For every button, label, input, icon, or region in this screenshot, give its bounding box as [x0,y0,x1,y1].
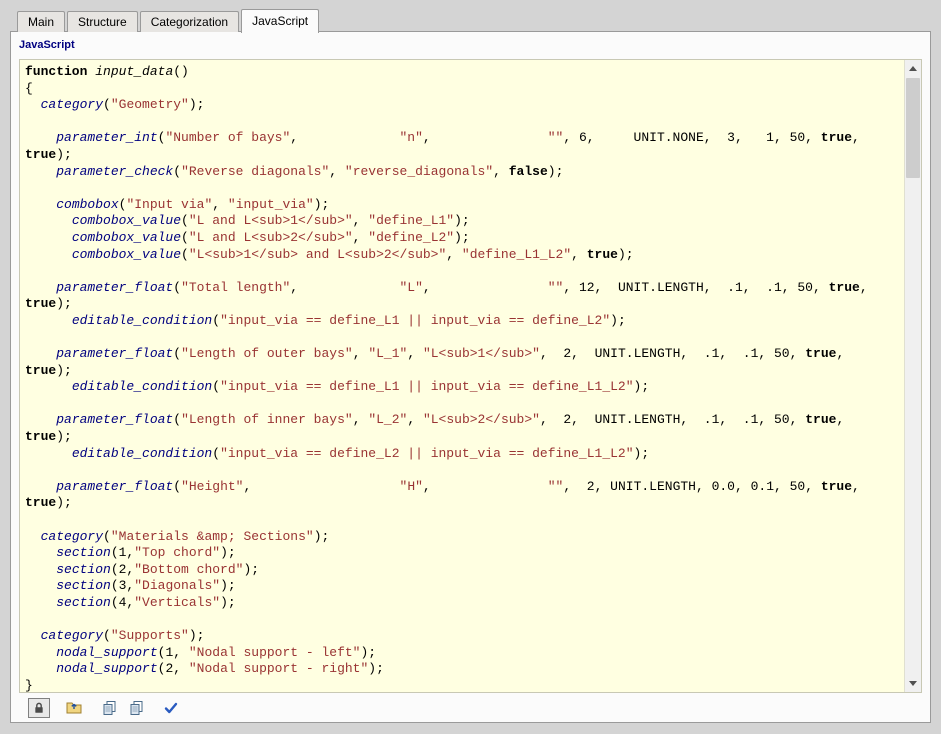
tab-main[interactable]: Main [17,11,65,32]
code-line: true); [25,147,904,164]
code-line: combobox("Input via", "input_via"); [25,197,904,214]
import-file-icon [66,700,82,715]
arrow-up-icon [909,66,917,71]
code-line: section(4,"Verticals"); [25,595,904,612]
code-line: editable_condition("input_via == define_… [25,446,904,463]
code-line: function input_data() [25,64,904,81]
code-line: combobox_value("L<sub>1</sub> and L<sub>… [25,247,904,264]
code-line: combobox_value("L and L<sub>2</sub>", "d… [25,230,904,247]
lock-icon [32,701,46,715]
paste-icon [129,700,144,716]
tab-structure[interactable]: Structure [67,11,138,32]
code-editor[interactable]: function input_data(){ category("Geometr… [19,59,922,693]
code-line: true); [25,495,904,512]
code-line: parameter_float("Length of outer bays", … [25,346,904,363]
code-line [25,512,904,529]
paste-button[interactable] [125,698,147,718]
code-line [25,462,904,479]
code-line: editable_condition("input_via == define_… [25,313,904,330]
lock-button[interactable] [28,698,50,718]
validate-button[interactable] [160,698,182,718]
panel-title: JavaScript [19,39,75,51]
code-line [25,180,904,197]
code-line [25,330,904,347]
code-line: true); [25,363,904,380]
code-line: parameter_float("Length of inner bays", … [25,412,904,429]
code-line [25,114,904,131]
code-line: parameter_int("Number of bays", "n", "",… [25,130,904,147]
code-line: } [25,678,904,692]
vertical-scrollbar[interactable] [904,60,921,692]
code-line: nodal_support(1, "Nodal support - left")… [25,645,904,662]
copy-icon [102,700,117,716]
code-line: { [25,81,904,98]
code-line: section(1,"Top chord"); [25,545,904,562]
code-line: category("Materials &amp; Sections"); [25,529,904,546]
tab-categorization[interactable]: Categorization [140,11,239,32]
tab-bar: Main Structure Categorization JavaScript [17,9,321,32]
code-line: nodal_support(2, "Nodal support - right"… [25,661,904,678]
code-line: true); [25,296,904,313]
code-line: true); [25,429,904,446]
code-line: parameter_float("Total length", "L", "",… [25,280,904,297]
code-line [25,612,904,629]
code-line: editable_condition("input_via == define_… [25,379,904,396]
code-line [25,396,904,413]
editor-toolbar [12,694,929,721]
copy-button[interactable] [98,698,120,718]
code-line: parameter_check("Reverse diagonals", "re… [25,164,904,181]
code-line: combobox_value("L and L<sub>1</sub>", "d… [25,213,904,230]
scroll-up-button[interactable] [905,60,921,77]
code-line: category("Geometry"); [25,97,904,114]
code-line: category("Supports"); [25,628,904,645]
code-line [25,263,904,280]
arrow-down-icon [909,681,917,686]
code-line: section(3,"Diagonals"); [25,578,904,595]
code-line: parameter_float("Height", "H", "", 2, UN… [25,479,904,496]
code-line: section(2,"Bottom chord"); [25,562,904,579]
check-icon [163,701,179,715]
code-lines[interactable]: function input_data(){ category("Geometr… [20,60,904,692]
tab-javascript[interactable]: JavaScript [241,9,319,33]
scrollbar-thumb[interactable] [906,78,920,178]
javascript-panel: JavaScript function input_data(){ catego… [10,31,931,723]
scroll-down-button[interactable] [905,675,921,692]
panel-header: JavaScript [11,32,930,58]
import-file-button[interactable] [63,698,85,718]
